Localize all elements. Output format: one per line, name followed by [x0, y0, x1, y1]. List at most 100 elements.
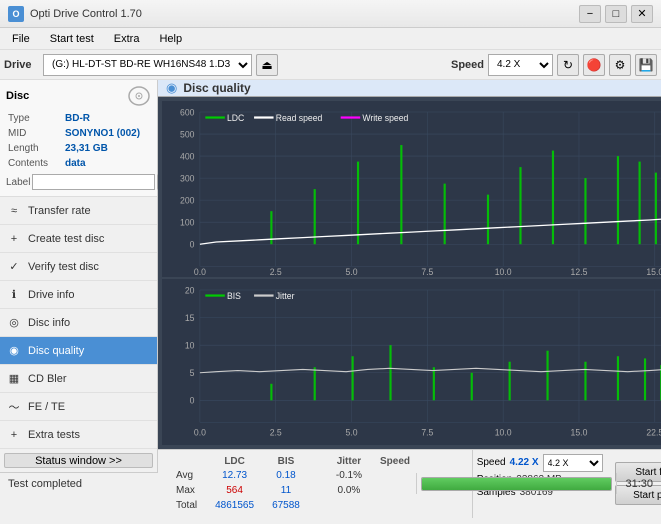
ldc-chart: 600 500 400 300 200 100 0 18× 16× 14× 12…: [162, 101, 661, 277]
menu-file[interactable]: File: [4, 31, 38, 47]
save-button[interactable]: 💾: [635, 54, 657, 76]
speed-stat-value: 4.22 X: [510, 457, 539, 468]
menu-help[interactable]: Help: [151, 31, 190, 47]
disc-icon: [127, 86, 151, 106]
svg-text:5.0: 5.0: [346, 267, 358, 277]
type-value: BD-R: [65, 112, 149, 125]
sidebar-item-create-test-disc[interactable]: + Create test disc: [0, 225, 157, 253]
sidebar-item-disc-info[interactable]: ◎ Disc info: [0, 309, 157, 337]
speed-stat-select[interactable]: 4.2 X: [543, 454, 603, 472]
svg-text:15.0: 15.0: [571, 428, 588, 438]
sidebar-nav: ≈ Transfer rate + Create test disc ✓ Ver…: [0, 197, 157, 449]
menubar: File Start test Extra Help: [0, 28, 661, 50]
progress-container: [417, 473, 617, 494]
mid-value: SONYNO1 (002): [65, 127, 149, 140]
svg-text:Write speed: Write speed: [362, 113, 408, 123]
svg-text:22.5: 22.5: [646, 428, 661, 438]
sidebar-label-cd-bler: CD Bler: [28, 373, 67, 385]
speed-stat-label: Speed: [477, 457, 506, 468]
svg-text:0.0: 0.0: [194, 428, 206, 438]
label-input[interactable]: [32, 174, 155, 190]
svg-text:100: 100: [180, 217, 195, 227]
svg-text:15: 15: [185, 313, 195, 323]
charts-container: 600 500 400 300 200 100 0 18× 16× 14× 12…: [158, 97, 661, 449]
maximize-button[interactable]: □: [605, 5, 627, 23]
ldc-header: LDC: [207, 456, 262, 467]
app-title: Opti Drive Control 1.70: [30, 8, 142, 20]
sidebar-label-drive-info: Drive info: [28, 289, 74, 301]
svg-text:7.5: 7.5: [421, 428, 433, 438]
svg-text:5.0: 5.0: [346, 428, 358, 438]
drive-toolbar: Drive (G:) HL-DT-ST BD-RE WH16NS48 1.D3 …: [0, 50, 661, 80]
sidebar-item-disc-quality[interactable]: ◉ Disc quality: [0, 337, 157, 365]
close-button[interactable]: ✕: [631, 5, 653, 23]
status-window-label: Status window >>: [35, 455, 122, 467]
total-bis: 67588: [264, 499, 308, 512]
bis-chart: 20 15 10 5 0 10% 8% 6% 4% 2%: [162, 279, 661, 444]
svg-text:300: 300: [180, 173, 195, 183]
status-window-button[interactable]: Status window >>: [4, 453, 153, 468]
svg-text:400: 400: [180, 151, 195, 161]
content-header-icon: ◉: [166, 80, 177, 96]
contents-label: Contents: [8, 157, 63, 170]
status-text: Test completed: [0, 473, 417, 494]
sidebar-label-verify-test: Verify test disc: [28, 261, 99, 273]
svg-text:200: 200: [180, 195, 195, 205]
minimize-button[interactable]: −: [579, 5, 601, 23]
svg-text:5: 5: [190, 368, 195, 378]
titlebar: O Opti Drive Control 1.70 − □ ✕: [0, 0, 661, 28]
bis-header: BIS: [264, 456, 308, 467]
settings-button[interactable]: ⚙: [609, 54, 631, 76]
svg-text:0: 0: [190, 239, 195, 249]
speed-header-cell: Speed: [372, 456, 418, 467]
drive-select[interactable]: (G:) HL-DT-ST BD-RE WH16NS48 1.D3: [43, 54, 252, 76]
content-area: ◉ Disc quality: [158, 80, 661, 472]
sidebar-label-disc-info: Disc info: [28, 317, 70, 329]
create-test-icon: +: [6, 231, 22, 247]
disc-section-title: Disc: [6, 90, 29, 102]
content-title: Disc quality: [183, 81, 250, 95]
svg-text:LDC: LDC: [227, 113, 244, 123]
sidebar-item-extra-tests[interactable]: + Extra tests: [0, 421, 157, 449]
svg-text:600: 600: [180, 107, 195, 117]
content-header: ◉ Disc quality: [158, 80, 661, 97]
burn-button[interactable]: 🔴: [583, 54, 605, 76]
svg-text:12.5: 12.5: [571, 267, 588, 277]
sidebar-label-transfer-rate: Transfer rate: [28, 205, 91, 217]
svg-text:15.0: 15.0: [646, 267, 661, 277]
sidebar-label-extra-tests: Extra tests: [28, 429, 80, 441]
sidebar-label-create-test: Create test disc: [28, 233, 104, 245]
svg-text:Read speed: Read speed: [276, 113, 323, 123]
svg-text:500: 500: [180, 129, 195, 139]
svg-text:20: 20: [185, 286, 195, 296]
drive-label: Drive: [4, 59, 39, 71]
progress-bar-fill: [422, 478, 611, 490]
extra-tests-icon: +: [6, 427, 22, 443]
speed-select[interactable]: 4.2 X: [488, 54, 553, 76]
svg-text:0.0: 0.0: [194, 267, 206, 277]
menu-start-test[interactable]: Start test: [42, 31, 102, 47]
eject-button[interactable]: ⏏: [256, 54, 278, 76]
app-icon: O: [8, 6, 24, 22]
disc-quality-icon: ◉: [6, 343, 22, 359]
disc-info-icon: ◎: [6, 315, 22, 331]
svg-text:Jitter: Jitter: [276, 291, 295, 301]
sidebar-item-drive-info[interactable]: ℹ Drive info: [0, 281, 157, 309]
drive-info-icon: ℹ: [6, 287, 22, 303]
label-label: Label: [6, 177, 30, 188]
svg-text:0: 0: [190, 396, 195, 406]
speed-label: Speed: [451, 59, 484, 71]
disc-panel: Disc Type BD-R MID SONYNO1 (002) Length …: [0, 80, 157, 197]
svg-text:10: 10: [185, 341, 195, 351]
sidebar-label-fe-te: FE / TE: [28, 401, 65, 413]
verify-test-icon: ✓: [6, 259, 22, 275]
menu-extra[interactable]: Extra: [106, 31, 148, 47]
sidebar-item-fe-te[interactable]: 〜 FE / TE: [0, 393, 157, 421]
sidebar-item-transfer-rate[interactable]: ≈ Transfer rate: [0, 197, 157, 225]
jitter-header-cell: Jitter: [328, 456, 370, 467]
sidebar-item-cd-bler[interactable]: ▦ CD Bler: [0, 365, 157, 393]
contents-value: data: [65, 157, 149, 170]
sidebar-item-verify-test-disc[interactable]: ✓ Verify test disc: [0, 253, 157, 281]
progress-bar-bg: [421, 477, 612, 491]
refresh-button[interactable]: ↻: [557, 54, 579, 76]
